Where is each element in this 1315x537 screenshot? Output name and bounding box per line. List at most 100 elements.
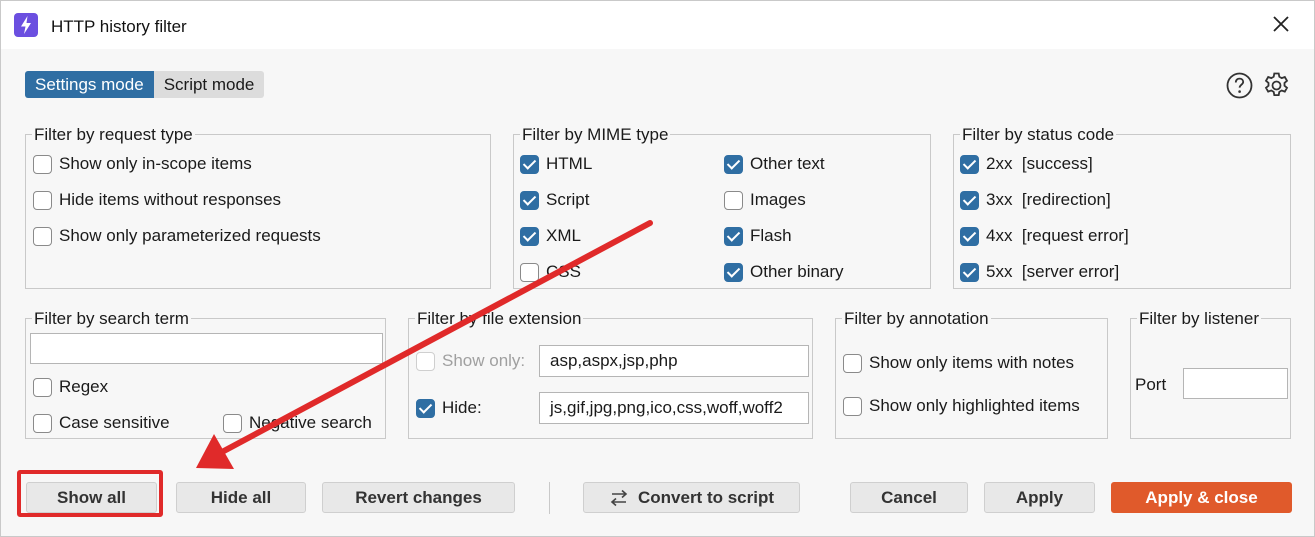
request-type-group: Filter by request type Show only in-scop… bbox=[25, 125, 491, 289]
status-4xx-checkbox[interactable] bbox=[960, 226, 979, 246]
status-3xx-option[interactable]: 3xx [redirection] bbox=[960, 190, 1111, 210]
notes-checkbox[interactable] bbox=[843, 353, 862, 373]
show-only-ext-option[interactable]: Show only: bbox=[416, 351, 525, 371]
mime-other-binary-label: Other binary bbox=[750, 262, 844, 281]
status-code-title: Filter by status code bbox=[960, 125, 1117, 145]
file-extension-group: Filter by file extension Show only: asp,… bbox=[408, 309, 813, 439]
show-all-button[interactable]: Show all bbox=[26, 482, 157, 513]
hide-all-button[interactable]: Hide all bbox=[176, 482, 306, 513]
mime-css-option[interactable]: CSS bbox=[520, 262, 581, 282]
apply-button[interactable]: Apply bbox=[984, 482, 1095, 513]
mime-images-label: Images bbox=[750, 190, 806, 209]
hide-ext-label: Hide: bbox=[442, 398, 482, 417]
hide-ext-checkbox[interactable] bbox=[416, 398, 435, 418]
highlighted-checkbox[interactable] bbox=[843, 396, 862, 416]
mime-xml-option[interactable]: XML bbox=[520, 226, 581, 246]
cancel-button[interactable]: Cancel bbox=[850, 482, 968, 513]
search-term-input[interactable] bbox=[30, 333, 383, 364]
highlighted-option[interactable]: Show only highlighted items bbox=[843, 396, 1080, 416]
in-scope-label: Show only in-scope items bbox=[59, 154, 252, 173]
case-sensitive-label: Case sensitive bbox=[59, 413, 170, 432]
mime-css-checkbox[interactable] bbox=[520, 262, 539, 282]
burp-lightning-icon bbox=[14, 13, 38, 37]
annotation-group: Filter by annotation Show only items wit… bbox=[835, 309, 1108, 439]
regex-checkbox[interactable] bbox=[33, 377, 52, 397]
hide-ext-option[interactable]: Hide: bbox=[416, 398, 482, 418]
mode-switch: Settings mode Script mode bbox=[25, 71, 265, 98]
parameterized-option[interactable]: Show only parameterized requests bbox=[33, 226, 321, 246]
mime-xml-checkbox[interactable] bbox=[520, 226, 539, 246]
mime-type-group: Filter by MIME type HTML Other text Scri… bbox=[513, 125, 931, 289]
mime-images-checkbox[interactable] bbox=[724, 190, 743, 210]
status-3xx-label: 3xx [redirection] bbox=[986, 190, 1111, 209]
mime-html-checkbox[interactable] bbox=[520, 154, 539, 174]
status-code-group: Filter by status code 2xx [success] 3xx … bbox=[953, 125, 1291, 289]
gear-icon[interactable] bbox=[1262, 71, 1291, 100]
search-term-group: Filter by search term Regex Case sensiti… bbox=[25, 309, 386, 439]
negative-search-checkbox[interactable] bbox=[223, 413, 242, 433]
hide-no-response-option[interactable]: Hide items without responses bbox=[33, 190, 281, 210]
status-2xx-checkbox[interactable] bbox=[960, 154, 979, 174]
mime-flash-checkbox[interactable] bbox=[724, 226, 743, 246]
tab-settings-mode[interactable]: Settings mode bbox=[25, 71, 154, 98]
mime-flash-label: Flash bbox=[750, 226, 792, 245]
mime-other-binary-checkbox[interactable] bbox=[724, 262, 743, 282]
show-only-ext-checkbox[interactable] bbox=[416, 351, 435, 371]
swap-arrows-icon bbox=[609, 488, 629, 508]
hide-no-response-label: Hide items without responses bbox=[59, 190, 282, 209]
negative-search-option[interactable]: Negative search bbox=[223, 413, 372, 433]
mime-flash-option[interactable]: Flash bbox=[724, 226, 792, 246]
mime-script-checkbox[interactable] bbox=[520, 190, 539, 210]
convert-to-script-button[interactable]: Convert to script bbox=[583, 482, 800, 513]
status-2xx-label: 2xx [success] bbox=[986, 154, 1093, 173]
port-input[interactable] bbox=[1183, 368, 1288, 399]
listener-title: Filter by listener bbox=[1137, 309, 1261, 329]
case-sensitive-checkbox[interactable] bbox=[33, 413, 52, 433]
mime-other-text-checkbox[interactable] bbox=[724, 154, 743, 174]
status-5xx-option[interactable]: 5xx [server error] bbox=[960, 262, 1119, 282]
regex-option[interactable]: Regex bbox=[33, 377, 108, 397]
regex-label: Regex bbox=[59, 377, 109, 396]
button-separator bbox=[549, 482, 550, 514]
mime-other-text-option[interactable]: Other text bbox=[724, 154, 825, 174]
status-2xx-option[interactable]: 2xx [success] bbox=[960, 154, 1093, 174]
status-4xx-option[interactable]: 4xx [request error] bbox=[960, 226, 1129, 246]
close-icon[interactable] bbox=[1269, 12, 1293, 36]
in-scope-option[interactable]: Show only in-scope items bbox=[33, 154, 252, 174]
case-sensitive-option[interactable]: Case sensitive bbox=[33, 413, 170, 433]
parameterized-label: Show only parameterized requests bbox=[59, 226, 321, 245]
mime-html-label: HTML bbox=[546, 154, 593, 173]
window-title: HTTP history filter bbox=[51, 17, 187, 36]
status-5xx-checkbox[interactable] bbox=[960, 262, 979, 282]
request-type-title: Filter by request type bbox=[32, 125, 195, 145]
mime-html-option[interactable]: HTML bbox=[520, 154, 592, 174]
tab-script-mode[interactable]: Script mode bbox=[153, 71, 265, 98]
in-scope-checkbox[interactable] bbox=[33, 154, 52, 174]
mime-script-label: Script bbox=[546, 190, 590, 209]
filter-dialog: HTTP history filter Settings mode Script… bbox=[0, 0, 1315, 537]
hide-ext-input[interactable]: js,gif,jpg,png,ico,css,woff,woff2 bbox=[539, 392, 809, 424]
mime-images-option[interactable]: Images bbox=[724, 190, 806, 210]
mime-other-text-label: Other text bbox=[750, 154, 825, 173]
listener-group: Filter by listener Port bbox=[1130, 309, 1291, 439]
mime-other-binary-option[interactable]: Other binary bbox=[724, 262, 844, 282]
notes-label: Show only items with notes bbox=[869, 353, 1075, 372]
status-5xx-label: 5xx [server error] bbox=[986, 262, 1120, 281]
status-3xx-checkbox[interactable] bbox=[960, 190, 979, 210]
hide-no-response-checkbox[interactable] bbox=[33, 190, 52, 210]
mime-css-label: CSS bbox=[546, 262, 581, 281]
search-term-title: Filter by search term bbox=[32, 309, 191, 329]
mime-script-option[interactable]: Script bbox=[520, 190, 589, 210]
help-icon[interactable] bbox=[1226, 72, 1253, 99]
annotation-title: Filter by annotation bbox=[842, 309, 991, 329]
convert-to-script-label: Convert to script bbox=[637, 487, 775, 507]
title-bar: HTTP history filter bbox=[1, 1, 1314, 49]
mime-type-title: Filter by MIME type bbox=[520, 125, 671, 145]
notes-option[interactable]: Show only items with notes bbox=[843, 353, 1074, 373]
parameterized-checkbox[interactable] bbox=[33, 226, 52, 246]
apply-and-close-button[interactable]: Apply & close bbox=[1111, 482, 1292, 513]
revert-changes-button[interactable]: Revert changes bbox=[322, 482, 515, 513]
status-4xx-label: 4xx [request error] bbox=[986, 226, 1129, 245]
show-only-ext-input[interactable]: asp,aspx,jsp,php bbox=[539, 345, 809, 377]
show-only-ext-label: Show only: bbox=[442, 351, 526, 370]
